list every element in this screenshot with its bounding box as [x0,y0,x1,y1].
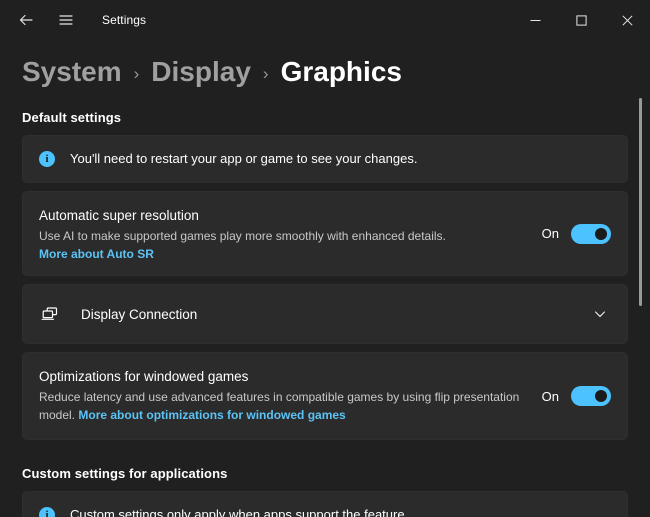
breadcrumb-item-system[interactable]: System [22,57,122,88]
maximize-icon[interactable] [558,0,604,40]
setting-text-block: Automatic super resolution Use AI to mak… [39,206,542,261]
setting-title: Automatic super resolution [39,206,530,226]
breadcrumb: System › Display › Graphics [0,40,650,96]
setting-text-block: Optimizations for windowed games Reduce … [39,367,542,425]
window-controls [512,0,650,40]
section-heading-custom-settings: Custom settings for applications [0,448,650,491]
display-connection-icon [39,303,61,325]
link-more-about-optimizations-for-windowed-games[interactable]: More about optimizations for windowed ga… [78,408,345,422]
setting-title: Optimizations for windowed games [39,367,530,387]
section-heading-default-settings: Default settings [0,96,650,135]
default-settings-cards: i You'll need to restart your app or gam… [0,135,650,440]
info-banner-restart: i You'll need to restart your app or gam… [22,135,628,183]
setting-description: Use AI to make supported games play more… [39,227,530,246]
title-bar: Settings [0,0,650,40]
breadcrumb-separator: › [251,65,281,84]
settings-window: Settings System › [0,0,650,517]
chevron-down-icon[interactable] [589,303,611,325]
toggle-knob [595,390,607,402]
close-icon[interactable] [604,0,650,40]
setting-description-with-link: Reduce latency and use advanced features… [39,388,530,425]
toggle-state-label: On [542,226,559,241]
info-banner-custom-settings: i Custom settings only apply when apps s… [22,491,628,517]
hamburger-menu-icon[interactable] [48,4,84,36]
custom-settings-cards: i Custom settings only apply when apps s… [0,491,650,517]
toggle-state-label: On [542,389,559,404]
info-banner-text: Custom settings only apply when apps sup… [70,506,408,517]
scrollbar-thumb[interactable] [639,98,642,306]
toggle-automatic-super-resolution[interactable] [571,224,611,244]
back-arrow-icon[interactable] [8,4,44,36]
toggle-optimizations-for-windowed-games[interactable] [571,386,611,406]
app-title: Settings [102,13,146,27]
setting-control-group: On [542,224,611,244]
link-more-about-auto-sr[interactable]: More about Auto SR [39,247,530,261]
expander-label: Display Connection [81,307,589,322]
info-banner-text: You'll need to restart your app or game … [70,150,417,168]
vertical-scrollbar[interactable] [639,48,647,513]
expander-display-connection[interactable]: Display Connection [22,284,628,344]
settings-content: System › Display › Graphics Default sett… [0,40,650,517]
setting-card-optimizations-for-windowed-games: Optimizations for windowed games Reduce … [22,352,628,440]
breadcrumb-item-display[interactable]: Display [151,57,251,88]
info-icon: i [39,151,55,167]
breadcrumb-item-graphics: Graphics [281,57,402,88]
setting-card-automatic-super-resolution: Automatic super resolution Use AI to mak… [22,191,628,276]
breadcrumb-separator: › [122,65,152,84]
info-icon: i [39,507,55,517]
toggle-knob [595,228,607,240]
setting-control-group: On [542,386,611,406]
minimize-icon[interactable] [512,0,558,40]
